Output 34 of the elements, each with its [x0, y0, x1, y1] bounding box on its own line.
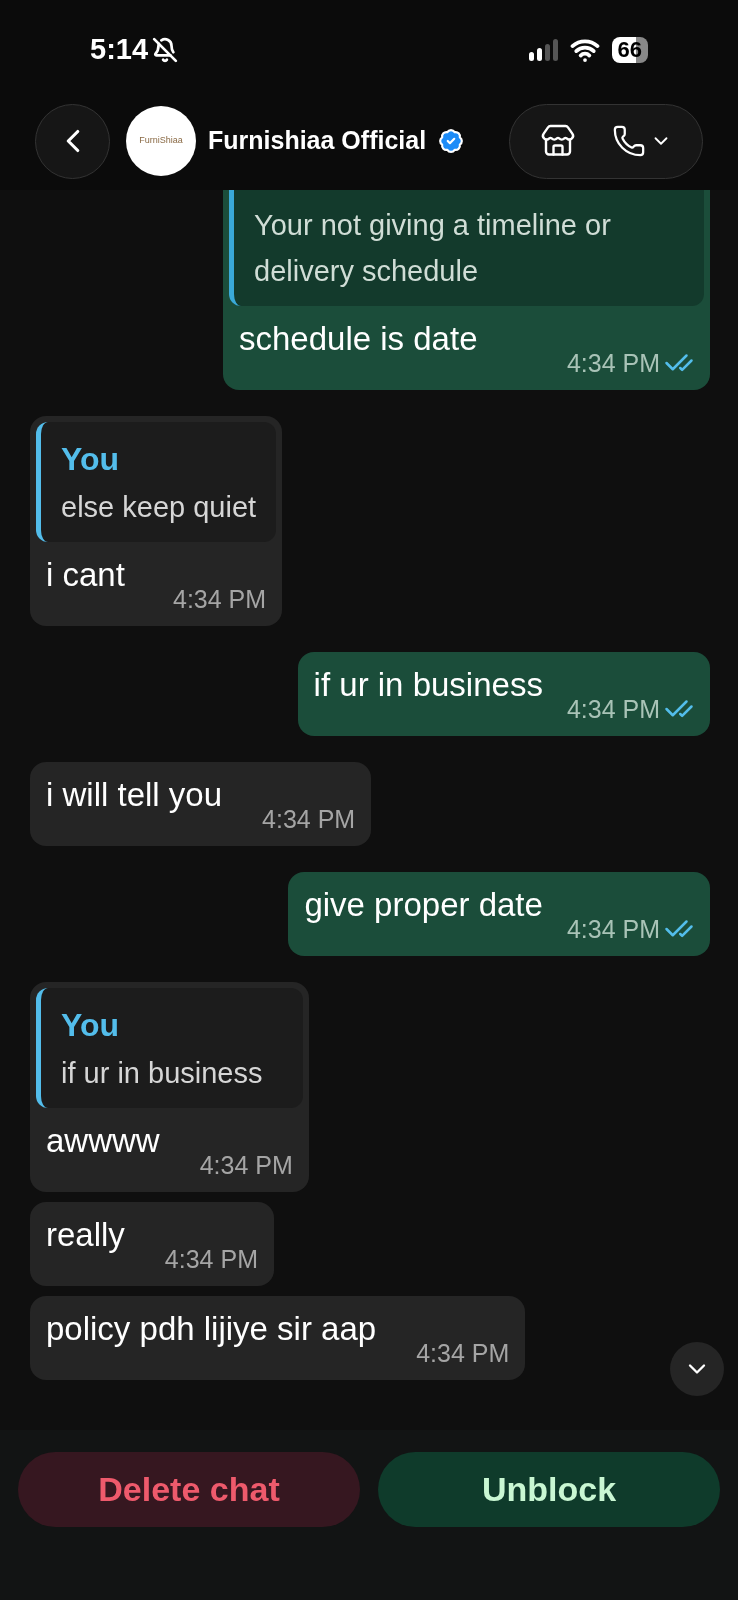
message-time: 4:34 PM	[199, 1150, 293, 1180]
message-text: give proper date	[304, 885, 543, 925]
battery-level: 66	[611, 37, 648, 63]
action-button[interactable]: Unblock	[378, 1452, 720, 1527]
message-text: schedule is date	[239, 319, 478, 359]
message-time: 4:34 PM	[416, 1338, 510, 1368]
contact-name[interactable]: Furnishiaa Official	[208, 122, 427, 160]
message-text: really	[46, 1215, 125, 1255]
message-time: 4:34 PM	[164, 1244, 258, 1274]
store-icon[interactable]	[540, 123, 576, 159]
avatar[interactable]: FurniShiaa	[126, 106, 196, 176]
quote-author: You	[61, 1006, 121, 1045]
status-time: 5:14	[90, 32, 149, 68]
message-time: 4:34 PM	[262, 804, 356, 834]
quote-text: Your not giving a timeline or delivery schedule	[254, 208, 612, 289]
quoted-message[interactable]: You if ur in business	[36, 988, 303, 1108]
message-text: i will tell you	[46, 775, 223, 815]
message-time: 4:34 PM	[566, 914, 660, 944]
message-text: policy pdh lijiye sir aap	[46, 1309, 377, 1349]
quoted-message[interactable]: Your not giving a timeline or delivery schedule	[229, 190, 704, 306]
quote-text: else keep quiet	[61, 490, 257, 525]
message-time: 4:34 PM	[566, 348, 660, 378]
avatar-logo-text: FurniShiaa	[139, 134, 183, 148]
message-text: awwww	[46, 1121, 160, 1161]
muted-bell-icon	[152, 37, 179, 63]
quoted-message[interactable]: You else keep quiet	[36, 422, 277, 542]
action-button[interactable]: Delete chat	[18, 1452, 360, 1527]
message-time: 4:34 PM	[173, 584, 267, 614]
quote-text: if ur in business	[61, 1056, 264, 1091]
signal-icon	[528, 39, 558, 61]
quote-author: You	[61, 440, 121, 479]
message-time: 4:34 PM	[566, 694, 660, 724]
message-text: i cant	[46, 555, 125, 595]
message-text: if ur in business	[313, 665, 543, 705]
